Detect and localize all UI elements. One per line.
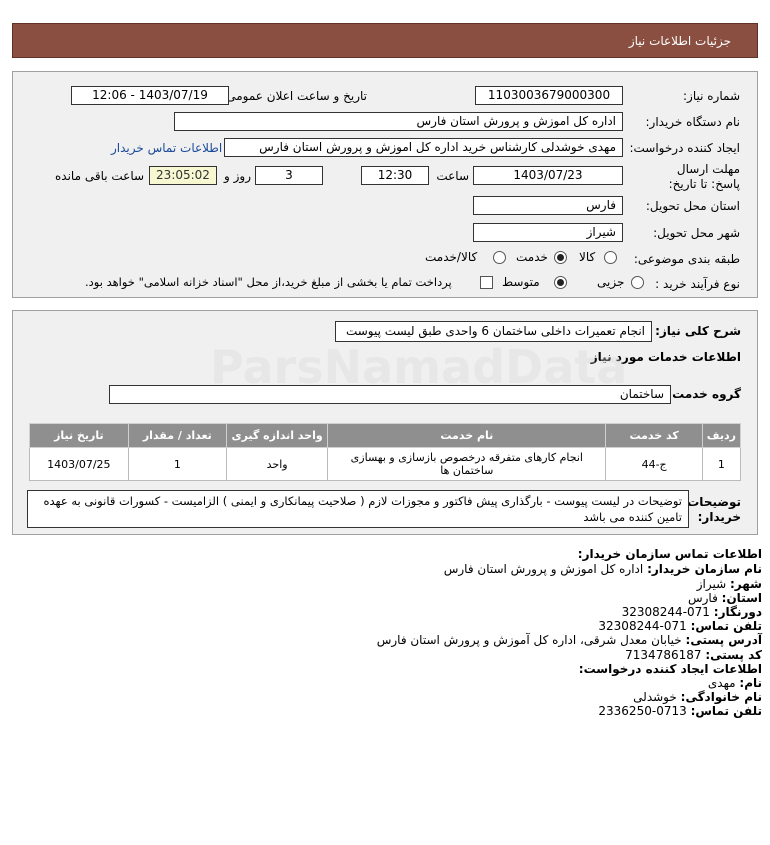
summary-field[interactable]: انجام تعمیرات داخلی ساختمان 6 واحدی طبق … <box>335 321 652 342</box>
contact-province-label: استان: <box>721 591 762 605</box>
page-title: جزئیات اطلاعات نیاز <box>628 34 731 48</box>
contact-phone-label: تلفن تماس: <box>690 619 762 633</box>
service-group-label: گروه خدمت: <box>667 387 741 401</box>
contact-title: اطلاعات تماس سازمان خریدار: <box>578 547 762 561</box>
category-label: طبقه بندی موضوعی: <box>633 252 740 266</box>
service-group-field[interactable]: ساختمان <box>109 385 671 404</box>
days-label: روز و <box>224 169 251 183</box>
deadline-label-text: مهلت ارسال پاسخ: تا تاریخ: <box>668 162 740 191</box>
creator-title: اطلاعات ایجاد کننده درخواست: <box>579 662 762 676</box>
need-number-label: شماره نیاز: <box>683 89 740 103</box>
services-table-header: ردیف کد خدمت نام خدمت واحد اندازه گیری ت… <box>29 423 742 448</box>
contact-address-label: آدرس پستی: <box>685 633 762 647</box>
treasury-payment-checkbox[interactable] <box>480 276 493 289</box>
category-radio-goods[interactable] <box>604 251 617 264</box>
category-option-goods: کالا <box>579 250 596 264</box>
cell-name: انجام کارهای متفرقه درخصوص بازسازی و بهس… <box>327 447 607 481</box>
creator-last-name-value: خوشدلی <box>633 690 677 704</box>
creator-last-name: نام خانوادگی: خوشدلی <box>633 690 762 704</box>
contact-fax: دورنگار: 071-32308244 <box>622 605 762 619</box>
city-label: شهر محل تحویل: <box>653 226 740 240</box>
buyer-notes-text: توضیحات در لیست پیوست - بارگذاری پیش فاک… <box>43 494 682 524</box>
contact-fax-value: 071-32308244 <box>621 605 710 619</box>
remaining-time-field: 23:05:02 <box>149 166 217 185</box>
process-radio-minor[interactable] <box>631 276 644 289</box>
deadline-label: مهلت ارسال پاسخ: تا تاریخ: <box>645 162 740 192</box>
process-option-medium: متوسط <box>502 275 540 289</box>
contact-title-text: اطلاعات تماس سازمان خریدار: <box>577 547 762 561</box>
process-option-minor: جزیی <box>597 275 625 289</box>
services-heading: اطلاعات خدمات مورد نیاز <box>590 350 741 364</box>
deadline-date-field[interactable]: 1403/07/23 <box>473 166 623 185</box>
creator-last-name-label: نام خانوادگی: <box>680 690 762 704</box>
page-header: جزئیات اطلاعات نیاز <box>12 23 758 58</box>
contact-city-value: شیراز <box>696 577 727 591</box>
cell-unit: واحد <box>225 447 329 481</box>
category-option-goods-service: کالا/خدمت <box>425 250 478 264</box>
summary-label: شرح کلی نیاز: <box>655 324 741 338</box>
contact-phone-value: 071-32308244 <box>598 619 687 633</box>
province-label: استان محل تحویل: <box>645 199 740 213</box>
contact-city: شهر: شیراز <box>697 577 762 591</box>
contact-postal-label: کد پستی: <box>705 648 762 662</box>
col-code-header: کد خدمت <box>605 423 703 448</box>
col-name-header: نام خدمت <box>327 423 607 448</box>
contact-province-value: فارس <box>687 591 718 605</box>
deadline-time-field[interactable]: 12:30 <box>361 166 429 185</box>
announce-field[interactable]: 1403/07/19 - 12:06 <box>71 86 229 105</box>
table-row[interactable]: 1 ج-44 انجام کارهای متفرقه درخصوص بازساز… <box>29 447 742 481</box>
buyer-org-label: نام دستگاه خریدار: <box>645 115 741 129</box>
col-qty-header: تعداد / مقدار <box>127 423 227 448</box>
category-radio-goods-service[interactable] <box>493 251 506 264</box>
contact-org-value: اداره کل اموزش و پرورش استان فارس <box>443 562 644 576</box>
buyer-notes-field[interactable]: توضیحات در لیست پیوست - بارگذاری پیش فاک… <box>27 490 689 528</box>
category-radio-service[interactable] <box>554 251 567 264</box>
contact-address: آدرس پستی: خیابان معدل شرقی، اداره کل آم… <box>377 633 762 647</box>
creator-phone: تلفن تماس: 0713-2336250 <box>598 704 762 718</box>
category-option-service: خدمت <box>516 250 548 264</box>
creator-field[interactable]: مهدی خوشدلی کارشناس خرید اداره کل اموزش … <box>224 138 623 157</box>
cell-index: 1 <box>701 447 742 481</box>
contact-fax-label: دورنگار: <box>713 605 762 619</box>
buyer-notes-label: توضیحات خریدار: <box>681 495 741 525</box>
announce-label: تاریخ و ساعت اعلان عمومی: <box>222 89 367 103</box>
buyer-org-field[interactable]: اداره کل اموزش و پرورش استان فارس <box>174 112 623 131</box>
cell-qty: 1 <box>127 447 227 481</box>
creator-first-name-label: نام: <box>739 676 762 690</box>
cell-date: 1403/07/25 <box>29 447 129 481</box>
cell-code: ج-44 <box>605 447 703 481</box>
contact-province: استان: فارس <box>688 591 762 605</box>
days-field[interactable]: 3 <box>255 166 323 185</box>
contact-phone: تلفن تماس: 071-32308244 <box>598 619 762 633</box>
contact-postal-value: 7134786187 <box>625 648 702 662</box>
creator-phone-label: تلفن تماس: <box>690 704 762 718</box>
contact-city-label: شهر: <box>730 577 762 591</box>
need-details-panel: شرح کلی نیاز: انجام تعمیرات داخلی ساختما… <box>12 310 758 535</box>
services-table: ردیف کد خدمت نام خدمت واحد اندازه گیری ت… <box>29 423 742 481</box>
province-field[interactable]: فارس <box>473 196 623 215</box>
creator-first-name: نام: مهدی <box>708 676 762 690</box>
contact-org-label: نام سازمان خریدار: <box>647 562 762 576</box>
remaining-label: ساعت باقی مانده <box>55 169 145 183</box>
creator-label: ایجاد کننده درخواست: <box>629 141 740 155</box>
city-field[interactable]: شیراز <box>473 223 623 242</box>
col-unit-header: واحد اندازه گیری <box>225 423 329 448</box>
contact-postal: کد پستی: 7134786187 <box>625 648 762 662</box>
need-info-panel: شماره نیاز: 1103003679000300 تاریخ و ساع… <box>12 71 758 298</box>
col-date-header: تاریخ نیاز <box>29 423 129 448</box>
creator-first-name-value: مهدی <box>707 676 736 690</box>
buyer-notes-label-text: توضیحات خریدار: <box>687 495 741 524</box>
creator-phone-value: 0713-2336250 <box>598 704 687 718</box>
buyer-contact-link[interactable]: اطلاعات تماس خریدار <box>111 141 222 155</box>
need-number-field[interactable]: 1103003679000300 <box>475 86 623 105</box>
time-label: ساعت <box>436 169 469 183</box>
creator-title-text: اطلاعات ایجاد کننده درخواست: <box>578 662 762 676</box>
payment-note: پرداخت تمام یا بخشی از مبلغ خرید،از محل … <box>85 275 452 289</box>
col-index-header: ردیف <box>701 423 742 448</box>
contact-address-value: خیابان معدل شرقی، اداره کل آموزش و پرورش… <box>376 633 682 647</box>
contact-org: نام سازمان خریدار: اداره کل اموزش و پرور… <box>444 562 762 576</box>
process-radio-medium[interactable] <box>554 276 567 289</box>
process-label: نوع فرآیند خرید : <box>655 277 740 291</box>
